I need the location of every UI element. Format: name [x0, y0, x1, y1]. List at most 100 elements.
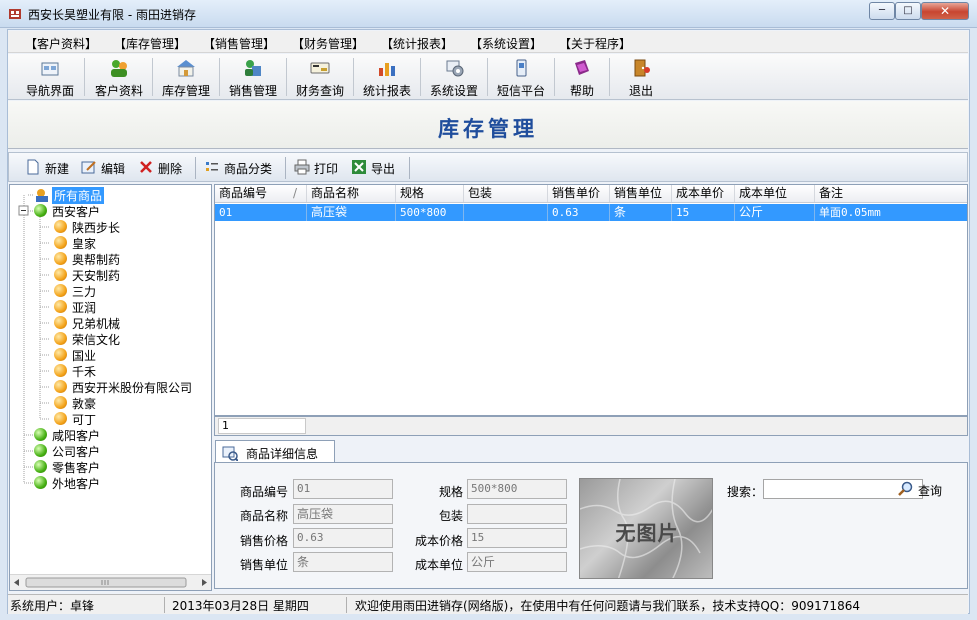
- menu-bar: 【客户资料】 【库存管理】 【销售管理】 【财务管理】 【统计报表】 【系统设置…: [8, 31, 968, 53]
- column-header-cost[interactable]: 成本单价: [672, 185, 735, 202]
- column-header-price[interactable]: 销售单价: [548, 185, 610, 202]
- products-table: 商品编号 / 商品名称 规格 包装 销售单价 销售单位 成本单价 成本单位 备注 …: [214, 184, 968, 416]
- column-header-pack[interactable]: 包装: [464, 185, 548, 202]
- window-title: 西安长昊塑业有限 - 雨田进销存: [28, 8, 196, 22]
- settings-icon: [446, 60, 464, 77]
- group-status-icon: [34, 428, 47, 441]
- menu-customers[interactable]: 【客户资料】: [25, 35, 97, 52]
- label-code: 商品编号: [239, 485, 288, 499]
- home-icon: [41, 62, 59, 76]
- minimize-button[interactable]: ─: [869, 2, 895, 20]
- toolbar-sms-button[interactable]: 短信平台: [490, 55, 552, 99]
- menu-finance[interactable]: 【财务管理】: [292, 35, 364, 52]
- label-name: 商品名称: [239, 509, 288, 523]
- field-spec[interactable]: 500*800: [467, 479, 567, 499]
- close-button[interactable]: ✕: [921, 2, 969, 20]
- page-title: 库存管理: [438, 116, 538, 141]
- maximize-button[interactable]: □: [895, 2, 921, 20]
- group-status-icon: [34, 204, 47, 217]
- menu-sales[interactable]: 【销售管理】: [203, 35, 275, 52]
- product-folder-icon: [36, 189, 48, 202]
- toolbar-help-button[interactable]: 帮助: [557, 55, 607, 99]
- tab-product-detail[interactable]: 商品详细信息: [215, 440, 335, 463]
- column-header-unit[interactable]: 销售单位: [610, 185, 672, 202]
- customer-icon: [54, 268, 67, 281]
- toolbar-inventory-button[interactable]: 库存管理: [155, 55, 217, 99]
- query-button[interactable]: 查询: [898, 481, 950, 499]
- toolbar-home-button[interactable]: 导航界面: [19, 55, 81, 99]
- toolbar-customers-button[interactable]: 客户资料: [88, 55, 150, 99]
- customer-icon: [54, 412, 67, 425]
- field-cost[interactable]: 15: [467, 528, 567, 548]
- menu-about[interactable]: 【关于程序】: [559, 35, 631, 52]
- menu-inventory[interactable]: 【库存管理】: [114, 35, 186, 52]
- field-pack[interactable]: [467, 504, 567, 524]
- table-header: 商品编号 / 商品名称 规格 包装 销售单价 销售单位 成本单价 成本单位 备注: [215, 185, 967, 203]
- tree-horizontal-scrollbar[interactable]: [10, 574, 211, 590]
- label-spec: 规格: [438, 485, 463, 499]
- column-header-name[interactable]: 商品名称: [307, 185, 396, 202]
- status-bar: 系统用户：卓锋 2013年03月28日 星期四 欢迎使用雨田进销存(网络版)，在…: [8, 594, 968, 614]
- warehouse-icon: [177, 60, 195, 77]
- field-code[interactable]: 01: [293, 479, 393, 499]
- printer-icon: [294, 159, 310, 175]
- group-status-icon: [34, 460, 47, 473]
- table-row[interactable]: 01 高压袋 500*800 0.63 条 15 公斤 单面0.05mm: [215, 204, 967, 221]
- column-header-cost-unit[interactable]: 成本单位: [735, 185, 815, 202]
- search-label: 搜索：: [727, 485, 764, 499]
- category-button[interactable]: 商品分类: [204, 159, 276, 177]
- customer-icon: [54, 396, 67, 409]
- exit-icon: [634, 59, 650, 77]
- export-button[interactable]: 导出: [351, 159, 401, 177]
- finance-icon: [310, 62, 330, 74]
- status-date: 2013年03月28日 星期四: [172, 599, 309, 613]
- label-cost-unit: 成本单位: [414, 558, 463, 572]
- column-header-code[interactable]: 商品编号 /: [215, 185, 307, 202]
- app-icon: [9, 9, 21, 19]
- customers-icon: [111, 60, 127, 77]
- print-button[interactable]: 打印: [294, 159, 344, 177]
- toolbar-finance-button[interactable]: 财务查询: [289, 55, 351, 99]
- field-cost-unit[interactable]: 公斤: [467, 552, 567, 572]
- label-unit: 销售单位: [239, 558, 288, 572]
- group-status-icon: [34, 444, 47, 457]
- toolbar-exit-button[interactable]: 退出: [616, 55, 666, 99]
- toolbar-settings-button[interactable]: 系统设置: [423, 55, 485, 99]
- page-header: 库存管理: [8, 101, 968, 149]
- product-detail-panel: 商品编号 01 商品名称 高压袋 销售价格 0.63 销售单位 条 规格 500…: [214, 462, 968, 589]
- new-button[interactable]: 新建: [25, 159, 73, 177]
- product-photo[interactable]: 无图片: [579, 478, 713, 579]
- status-message: 欢迎使用雨田进销存(网络版)，在使用中有任何问题请与我们联系，技术支持QQ：90…: [355, 599, 860, 613]
- field-unit[interactable]: 条: [293, 552, 393, 572]
- edit-icon: [81, 161, 96, 174]
- detail-info-icon: [222, 446, 238, 461]
- group-status-icon: [34, 476, 47, 489]
- customer-icon: [54, 348, 67, 361]
- column-header-spec[interactable]: 规格: [396, 185, 464, 202]
- customer-icon: [54, 236, 67, 249]
- delete-icon: [140, 161, 152, 173]
- sms-icon: [516, 59, 527, 77]
- customer-icon: [54, 220, 67, 233]
- page-number-field[interactable]: 1: [218, 418, 306, 434]
- toolbar-sales-button[interactable]: 销售管理: [222, 55, 284, 99]
- customer-icon: [54, 252, 67, 265]
- table-pager: 1: [214, 416, 968, 436]
- customer-icon: [54, 284, 67, 297]
- menu-reports[interactable]: 【统计报表】: [381, 35, 453, 52]
- field-name[interactable]: 高压袋: [293, 504, 393, 524]
- menu-settings[interactable]: 【系统设置】: [470, 35, 542, 52]
- toolbar-reports-button[interactable]: 统计报表: [356, 55, 418, 99]
- delete-button[interactable]: 删除: [138, 159, 186, 177]
- new-document-icon: [27, 159, 39, 175]
- customer-icon: [54, 364, 67, 377]
- field-price[interactable]: 0.63: [293, 528, 393, 548]
- excel-export-icon: [352, 160, 366, 174]
- column-header-remark[interactable]: 备注: [815, 185, 967, 202]
- customer-icon: [54, 332, 67, 345]
- status-user: 系统用户：卓锋: [10, 599, 95, 613]
- edit-button[interactable]: 编辑: [81, 159, 129, 177]
- customer-icon: [54, 380, 67, 393]
- help-icon: [575, 60, 589, 75]
- customer-icon: [54, 300, 67, 313]
